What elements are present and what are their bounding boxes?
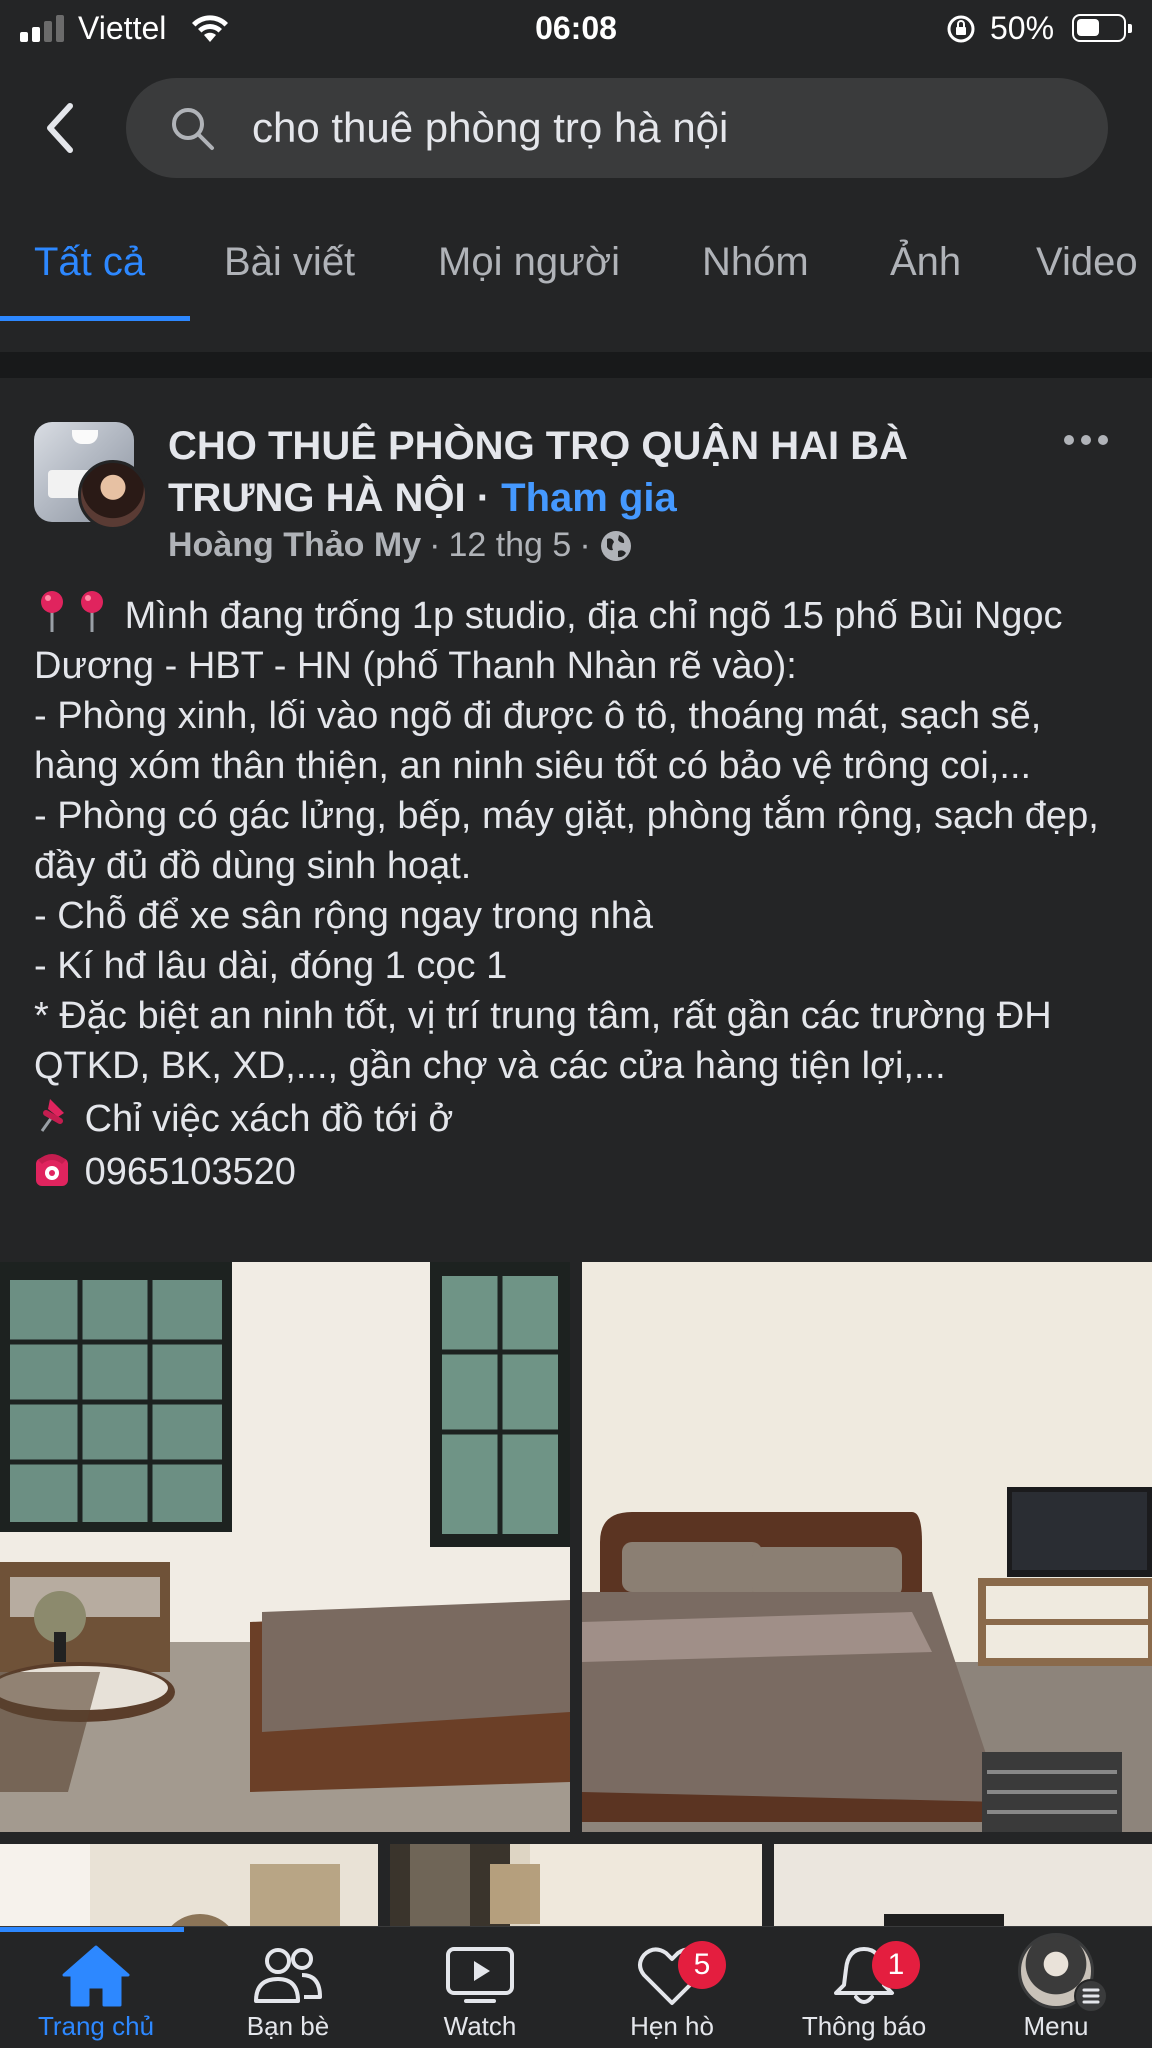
dating-badge: 5 (678, 1941, 726, 1989)
post-meta: Hoàng Thảo My · 12 thg 5 · (168, 526, 633, 565)
tab-posts[interactable]: Bài viết (224, 240, 355, 285)
post-photo-living-room[interactable] (0, 1262, 570, 1832)
battery-percentage: 50% (990, 10, 1055, 46)
post-line: * Đặc biệt an ninh tốt, vị trí trung tâm… (34, 995, 1063, 1087)
tab-videos[interactable]: Video (1036, 240, 1138, 285)
rotation-lock-icon (947, 15, 975, 43)
tab-photos[interactable]: Ảnh (890, 240, 961, 285)
telephone-icon (36, 1154, 68, 1186)
meta-dot: · (429, 526, 441, 564)
join-group-link[interactable]: Tham gia (501, 476, 677, 520)
nav-label: Bạn bè (246, 2011, 330, 2041)
friends-icon (254, 1948, 322, 2003)
search-query: cho thuê phòng trọ hà nội (252, 104, 729, 151)
nav-menu[interactable]: Menu (960, 1927, 1152, 2048)
post-date[interactable]: 12 thg 5 (448, 526, 571, 565)
post-line: - Phòng có gác lửng, bếp, máy giặt, phòn… (34, 795, 1110, 887)
battery-icon (1072, 14, 1132, 42)
bottom-navigation: Trang chủ Bạn bè Watch 5 Hẹn hò 1 Thông … (0, 1926, 1152, 2048)
post-line: - Chỗ để xe sân rộng ngay trong nhà (34, 895, 653, 937)
more-options-button[interactable] (1064, 430, 1114, 450)
back-button[interactable] (40, 100, 90, 156)
round-pushpin-icon (41, 591, 63, 632)
group-title: CHO THUÊ PHÒNG TRỌ QUẬN HAI BÀ TRƯNG HÀ … (168, 420, 1048, 524)
nav-notifications[interactable]: 1 Thông báo (768, 1927, 960, 2048)
post-line: - Phòng xinh, lối vào ngõ đi được ô tô, … (34, 695, 1052, 787)
post-line: - Kí hđ lâu dài, đóng 1 cọc 1 (34, 945, 508, 987)
filter-tabs: Tất cả Bài viết Mọi người Nhóm Ảnh Video (0, 232, 1152, 322)
chevron-left-icon (47, 103, 73, 153)
active-tab-indicator (0, 316, 190, 321)
round-pushpin-icon (81, 591, 103, 632)
nav-label: Hẹn hò (630, 2011, 714, 2041)
pushpin-icon (40, 1099, 64, 1132)
nav-home[interactable]: Trang chủ (0, 1927, 192, 2048)
nav-friends[interactable]: Bạn bè (192, 1927, 384, 2048)
nav-dating[interactable]: 5 Hẹn hò (576, 1927, 768, 2048)
nav-label: Thông báo (801, 2011, 927, 2041)
tab-people[interactable]: Mọi người (438, 240, 620, 285)
post-paragraph: Chỉ việc xách đồ tới ở (34, 1091, 1134, 1144)
post-photo-bedroom[interactable] (582, 1262, 1152, 1832)
author-avatar[interactable] (78, 460, 148, 530)
search-input[interactable]: cho thuê phòng trọ hà nội (126, 78, 1108, 178)
tab-groups[interactable]: Nhóm (702, 240, 809, 285)
post-line: Chỉ việc xách đồ tới ở (84, 1098, 454, 1140)
meta-dot: · (579, 526, 591, 564)
title-separator: · (465, 476, 502, 520)
phone-number[interactable]: 0965103520 (85, 1151, 296, 1193)
post-paragraph: Mình đang trống 1p studio, địa chỉ ngõ 1… (34, 588, 1134, 691)
battery-level (1077, 19, 1099, 36)
tab-all[interactable]: Tất cả (34, 240, 145, 285)
home-icon (62, 1945, 130, 2007)
nav-label: Watch (443, 2011, 517, 2041)
status-bar: Viettel 06:08 50% (0, 0, 1152, 58)
clock: 06:08 (535, 10, 617, 46)
nav-label: Trang chủ (37, 2011, 155, 2041)
watch-icon (446, 1947, 514, 2003)
post-header: CHO THUÊ PHÒNG TRỌ QUẬN HAI BÀ TRƯNG HÀ … (0, 400, 1152, 580)
room-photo-image (0, 1262, 570, 1832)
post-paragraph: 0965103520 (34, 1144, 1134, 1197)
room-photo-image (582, 1262, 1152, 1832)
author-name[interactable]: Hoàng Thảo My (168, 526, 421, 565)
post-text: Mình đang trống 1p studio, địa chỉ ngõ 1… (34, 588, 1134, 1197)
hamburger-menu-icon (1074, 1979, 1108, 2013)
post-line: Mình đang trống 1p studio, địa chỉ ngõ 1… (34, 595, 1074, 687)
section-divider (0, 352, 1152, 378)
nav-label: Menu (1023, 2011, 1089, 2041)
search-icon (172, 108, 214, 150)
notifications-badge: 1 (872, 1941, 920, 1989)
globe-icon (600, 530, 631, 561)
nav-watch[interactable]: Watch (384, 1927, 576, 2048)
